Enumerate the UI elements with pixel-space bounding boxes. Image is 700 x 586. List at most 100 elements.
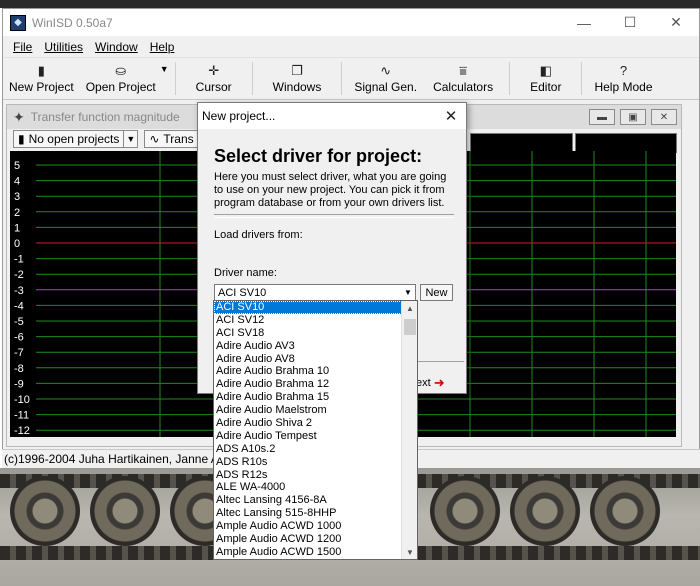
menu-help[interactable]: Help: [144, 38, 181, 56]
driver-option[interactable]: Adire Audio Brahma 12: [214, 378, 402, 391]
driver-option[interactable]: ADS A10s.2: [214, 443, 402, 456]
tank-wheel: [590, 476, 660, 546]
divider: [214, 214, 454, 218]
menu-bar: File Utilities Window Help: [3, 36, 699, 58]
y-tick-label: -6: [14, 332, 24, 344]
driver-option[interactable]: ACI SV10: [214, 301, 402, 314]
driver-option[interactable]: Altec Lansing 4156-8A: [214, 494, 402, 507]
y-tick-label: -1: [14, 254, 24, 266]
driver-options: ACI SV10 ACI SV12 ACI SV18 Adire Audio AV3 A…: [214, 301, 402, 559]
toolbar-separator: [509, 62, 511, 95]
new-project-icon: ▮: [37, 62, 45, 78]
desktop-top-strip: [0, 0, 700, 8]
driver-option[interactable]: Adire Audio AV3: [214, 340, 402, 353]
cursor-icon: ✛: [208, 62, 220, 78]
scrollbar-thumb[interactable]: [404, 319, 416, 335]
driver-option[interactable]: Ample Audio ACWD 1000: [214, 520, 402, 533]
y-tick-label: -12: [14, 425, 30, 437]
windows-button[interactable]: ❐ Windows: [259, 58, 336, 99]
driver-option[interactable]: Adire Audio Tempest: [214, 430, 402, 443]
y-tick-label: -5: [14, 316, 24, 328]
driver-option[interactable]: Ample Audio ACWD 1200: [214, 533, 402, 546]
dropdown-scrollbar[interactable]: ▲ ▼: [401, 301, 417, 559]
calculators-label: Calculators: [433, 79, 494, 94]
new-driver-button[interactable]: New: [420, 284, 453, 301]
dialog-title-bar: New project... ✕: [198, 103, 466, 129]
driver-option[interactable]: Ample Audio ACWD 1500: [214, 546, 402, 559]
load-drivers-label: Load drivers from:: [214, 229, 303, 241]
tank-wheel: [90, 476, 160, 546]
tank-wheel: [430, 476, 500, 546]
waveform-icon: ∿: [149, 132, 160, 146]
editor-icon: ◧: [539, 62, 552, 78]
driver-name-value: ACI SV10: [218, 286, 267, 299]
y-tick-label: -10: [14, 394, 30, 406]
toolbar: ▮ New Project ⛀ Open Project ▼ ✛ Cursor …: [3, 58, 699, 100]
crosshair-icon: ✦: [13, 108, 25, 125]
y-tick-label: 5: [14, 160, 20, 172]
editor-button[interactable]: ◧ Editor: [516, 58, 575, 99]
driver-option[interactable]: Adire Audio Brahma 15: [214, 391, 402, 404]
driver-option[interactable]: Adire Audio AV8: [214, 353, 402, 366]
scroll-down-icon[interactable]: ▼: [402, 545, 418, 559]
minimize-button[interactable]: —: [561, 9, 607, 36]
tank-wheel: [510, 476, 580, 546]
driver-option[interactable]: ADS R12s: [214, 469, 402, 482]
next-button[interactable]: ext ➜: [416, 375, 445, 391]
close-button[interactable]: ✕: [653, 9, 699, 36]
driver-option[interactable]: Adire Audio Maelstrom: [214, 404, 402, 417]
y-tick-label: -8: [14, 363, 24, 375]
signal-gen-icon: ∿: [380, 62, 392, 78]
new-project-button[interactable]: ▮ New Project: [3, 58, 80, 99]
open-project-button[interactable]: ⛀ Open Project: [80, 58, 162, 99]
tank-wheel: [10, 476, 80, 546]
windows-icon: ❐: [291, 62, 303, 78]
dialog-close-button[interactable]: ✕: [436, 107, 466, 125]
driver-option[interactable]: ACI SV18: [214, 327, 402, 340]
maximize-button[interactable]: ☐: [607, 9, 653, 36]
driver-option[interactable]: Altec Lansing 515-8HHP: [214, 507, 402, 520]
project-combo[interactable]: ▮ No open projects ▼: [13, 130, 139, 148]
toolbar-separator: [251, 62, 253, 95]
driver-option[interactable]: Adire Audio Shiva 2: [214, 417, 402, 430]
driver-dropdown-list[interactable]: ACI SV10 ACI SV12 ACI SV18 Adire Audio AV3 A…: [213, 300, 418, 560]
child-restore-button[interactable]: ▣: [620, 109, 646, 125]
signal-gen-button[interactable]: ∿ Signal Gen.: [348, 58, 423, 99]
open-project-label: Open Project: [85, 79, 156, 94]
y-tick-label: -3: [14, 285, 24, 297]
driver-option[interactable]: ACI SV12: [214, 314, 402, 327]
dialog-description: Here you must select driver, what you ar…: [214, 171, 447, 209]
readout-box: [470, 133, 573, 153]
driver-option[interactable]: ALE WA-4000: [214, 481, 402, 494]
y-tick-label: -4: [14, 300, 24, 312]
y-tick-label: -7: [14, 347, 24, 359]
menu-window[interactable]: Window: [89, 38, 144, 56]
y-tick-label: 3: [14, 191, 20, 203]
windows-label: Windows: [272, 79, 322, 94]
menu-file[interactable]: File: [7, 38, 38, 56]
child-minimize-button[interactable]: ▬: [589, 109, 615, 125]
calculators-button[interactable]: ⩸ Calculators: [423, 58, 503, 99]
menu-utilities[interactable]: Utilities: [38, 38, 89, 56]
help-mode-button[interactable]: ? Help Mode: [588, 58, 658, 99]
driver-name-label: Driver name:: [214, 267, 277, 279]
new-project-label: New Project: [9, 79, 74, 94]
transfer-button[interactable]: ∿ Trans: [144, 130, 198, 148]
title-bar: ◆ WinISD 0.50a7 — ☐ ✕: [3, 9, 699, 36]
readout-box: [575, 133, 677, 153]
open-project-dropdown-icon[interactable]: ▼: [160, 58, 169, 99]
scroll-up-icon[interactable]: ▲: [402, 301, 418, 315]
toolbar-separator: [341, 62, 343, 95]
driver-option[interactable]: ADS R10s: [214, 456, 402, 469]
chevron-down-icon: ▼: [404, 288, 412, 297]
cursor-button[interactable]: ✛ Cursor: [182, 58, 246, 99]
dialog-title: New project...: [202, 109, 276, 123]
y-tick-label: -9: [14, 378, 24, 390]
project-combo-icon: ▮: [18, 132, 25, 146]
driver-option[interactable]: Adire Audio Brahma 10: [214, 365, 402, 378]
child-window-title: Transfer function magnitude: [30, 110, 180, 124]
driver-name-select[interactable]: ACI SV10 ▼: [214, 284, 416, 301]
child-close-button[interactable]: ✕: [651, 109, 677, 125]
dialog-heading: Select driver for project:: [214, 146, 423, 166]
project-combo-value: No open projects: [28, 132, 120, 146]
